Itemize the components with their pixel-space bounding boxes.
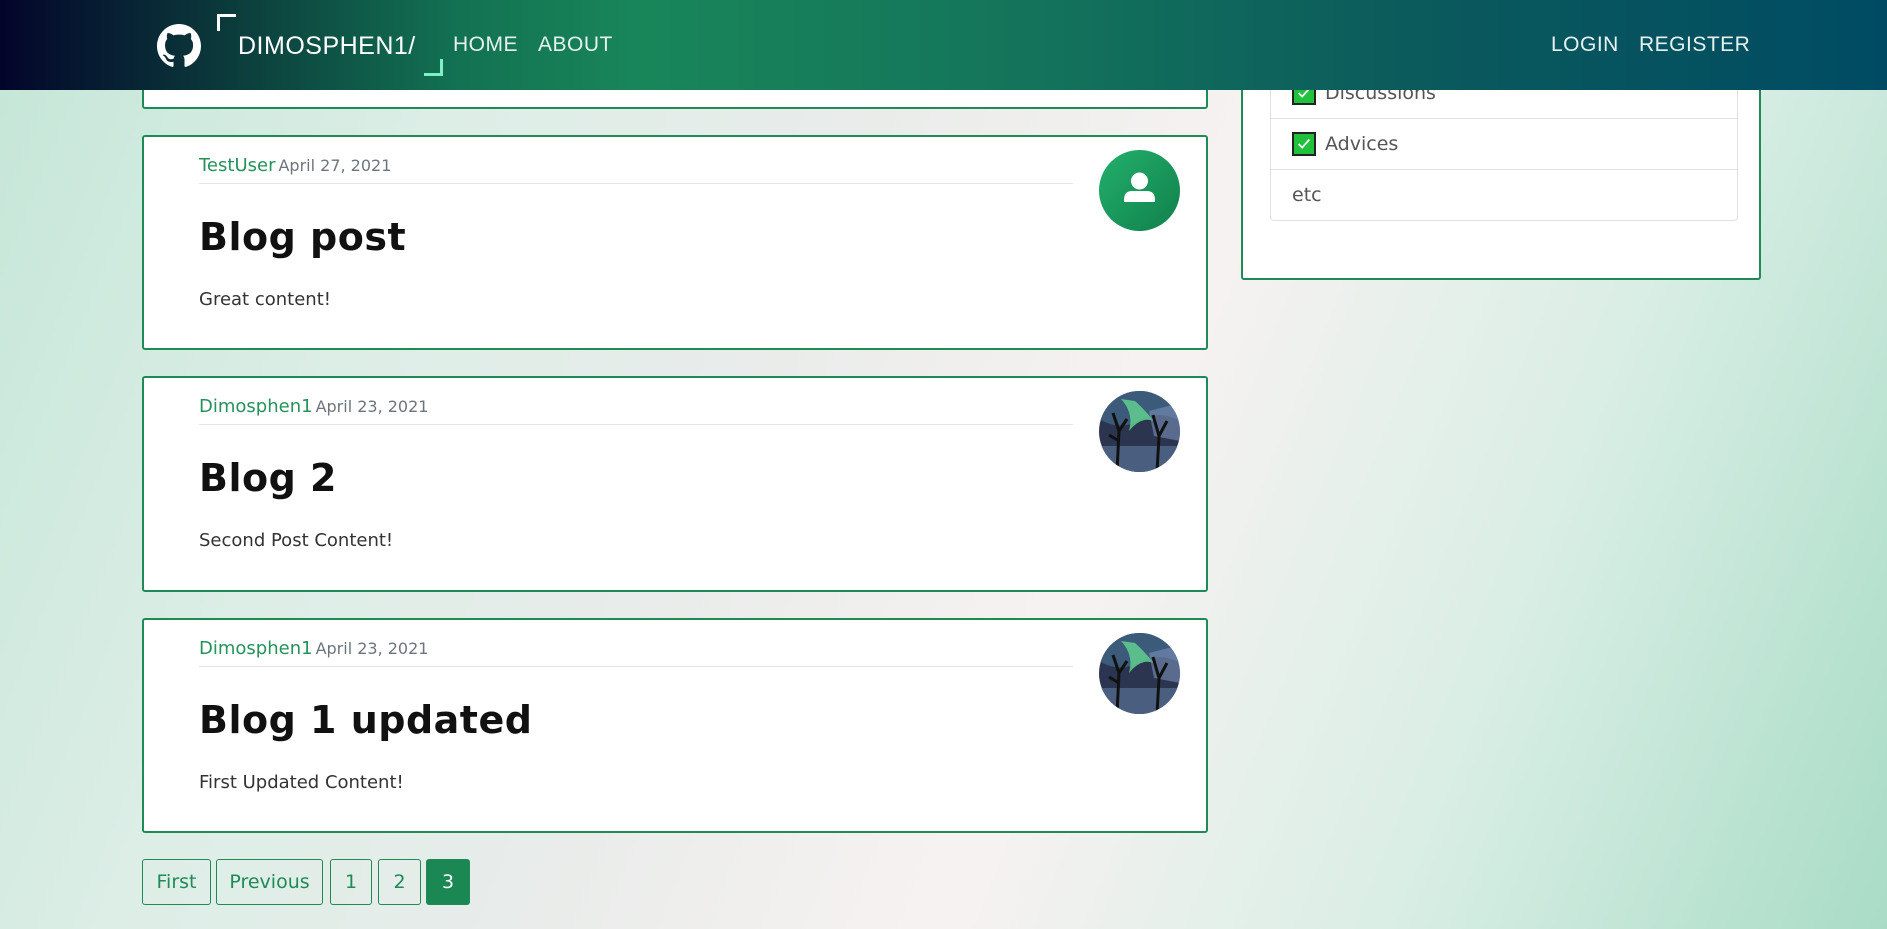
post-content: First Updated Content! <box>199 772 404 793</box>
post-meta: Dimosphen1 April 23, 2021 <box>199 638 1073 667</box>
github-icon[interactable] <box>157 24 201 68</box>
post-title[interactable]: Blog 2 <box>199 456 337 500</box>
post-date: April 23, 2021 <box>315 639 429 658</box>
avatar <box>1099 633 1180 714</box>
nav-home-link[interactable]: HOME <box>453 33 518 57</box>
post-author-link[interactable]: Dimosphen1 <box>199 396 313 417</box>
post-author-link[interactable]: TestUser <box>199 155 275 176</box>
nav-register-link[interactable]: REGISTER <box>1639 33 1750 57</box>
avatar <box>1099 391 1180 472</box>
post-date: April 27, 2021 <box>278 156 392 175</box>
post-meta: Dimosphen1 April 23, 2021 <box>199 396 1073 425</box>
avatar <box>1099 150 1180 231</box>
post-card: TestUser April 27, 2021 Blog post Great c… <box>142 135 1208 350</box>
post-content: Second Post Content! <box>199 530 394 551</box>
pagination-first-button[interactable]: First <box>142 859 211 905</box>
post-date: April 23, 2021 <box>315 397 429 416</box>
pagination-page-2[interactable]: 2 <box>378 859 421 905</box>
brand-text: DIMOSPHEN1/ <box>238 32 416 60</box>
brand-logo[interactable]: DIMOSPHEN1/ <box>217 14 443 76</box>
post-title[interactable]: Blog post <box>199 215 406 259</box>
post-title[interactable]: Blog 1 updated <box>199 698 532 742</box>
category-label: etc <box>1292 184 1322 206</box>
aurora-photo-icon <box>1099 391 1180 472</box>
post-meta: TestUser April 27, 2021 <box>199 155 1073 184</box>
bracket-bottom-right <box>424 59 443 76</box>
checkbox-checked-icon[interactable] <box>1292 132 1316 156</box>
navbar: DIMOSPHEN1/ HOME ABOUT LOGIN REGISTER <box>0 0 1887 90</box>
bracket-top-left <box>217 14 236 31</box>
pagination-page-3-active[interactable]: 3 <box>426 859 470 905</box>
post-card: Dimosphen1 April 23, 2021 Blog 2 Second P… <box>142 376 1208 592</box>
post-content: Great content! <box>199 289 331 310</box>
aurora-photo-icon <box>1099 633 1180 714</box>
nav-login-link[interactable]: LOGIN <box>1551 33 1619 57</box>
pagination-page-1[interactable]: 1 <box>330 859 372 905</box>
sidebar-categories: Discussions Advices etc <box>1241 60 1761 280</box>
nav-about-link[interactable]: ABOUT <box>538 33 613 57</box>
user-icon <box>1124 172 1155 202</box>
pagination-previous-button[interactable]: Previous <box>216 859 323 905</box>
post-author-link[interactable]: Dimosphen1 <box>199 638 313 659</box>
post-card: Dimosphen1 April 23, 2021 Blog 1 updated … <box>142 618 1208 833</box>
category-item-etc[interactable]: etc <box>1271 169 1737 220</box>
category-item-advices[interactable]: Advices <box>1271 118 1737 169</box>
category-label: Advices <box>1325 133 1399 155</box>
